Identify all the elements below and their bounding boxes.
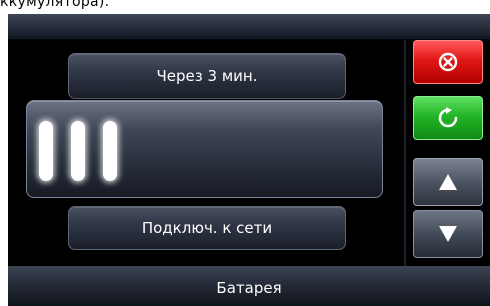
battery-level-bar <box>39 121 53 181</box>
battery-level-bars <box>39 121 117 181</box>
cancel-button[interactable] <box>413 40 483 84</box>
footer-title: Батарея <box>216 278 282 297</box>
arrow-up-icon <box>439 174 457 190</box>
selected-option-battery-level[interactable] <box>26 100 383 198</box>
close-circle-icon <box>438 52 458 72</box>
arrow-down-icon <box>439 226 457 242</box>
refresh-button[interactable] <box>413 96 483 140</box>
left-margin <box>0 14 8 306</box>
divider <box>404 40 406 266</box>
scroll-up-button[interactable] <box>413 158 483 206</box>
footer-title-bar: Батарея <box>8 266 490 306</box>
device-screen: Через 3 мин. Подключ. к сети <box>8 40 490 266</box>
scroll-down-button[interactable] <box>413 210 483 258</box>
option-lower[interactable]: Подключ. к сети <box>68 206 346 250</box>
option-upper[interactable]: Через 3 мин. <box>68 53 346 99</box>
caption-strip: ккумулятора). <box>0 0 490 14</box>
battery-level-bar <box>103 121 117 181</box>
option-lower-label: Подключ. к сети <box>141 219 273 237</box>
top-bar <box>8 14 490 40</box>
option-upper-label: Через 3 мин. <box>156 67 258 85</box>
caption-text: ккумулятора). <box>0 0 110 10</box>
refresh-icon <box>438 107 458 128</box>
battery-level-bar <box>71 121 85 181</box>
